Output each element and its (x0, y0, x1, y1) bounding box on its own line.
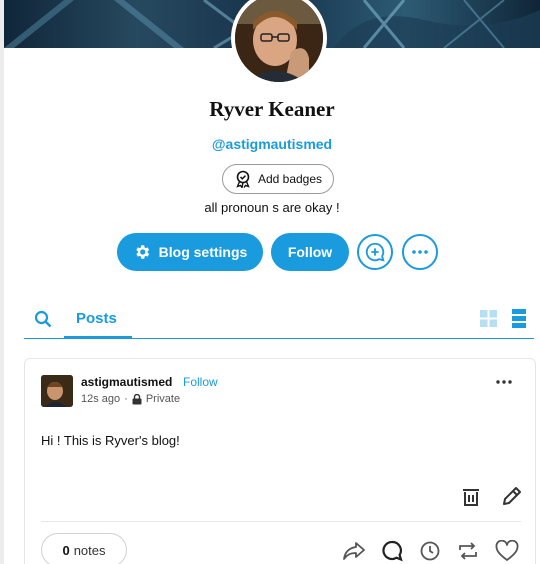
reblog-icon[interactable] (457, 541, 479, 561)
meta-separator: · (124, 393, 128, 405)
more-options-button[interactable] (402, 234, 438, 270)
post-actions (339, 539, 525, 563)
blog-settings-button[interactable]: Blog settings (117, 233, 263, 271)
notes-label: notes (73, 542, 106, 558)
add-badges-button[interactable]: Add badges (222, 164, 334, 194)
trash-icon[interactable] (461, 487, 481, 507)
lock-icon (132, 393, 142, 404)
blog-description: all pronoun s are okay ! (204, 200, 340, 215)
more-icon[interactable] (495, 379, 513, 385)
post-meta: 12s ago · Private (81, 393, 180, 405)
follow-label: Follow (287, 244, 333, 260)
post-timestamp[interactable]: 12s ago (81, 393, 120, 405)
edit-icon[interactable] (501, 485, 523, 507)
reply-icon[interactable] (381, 540, 403, 562)
post-follow-link[interactable]: Follow (183, 375, 218, 389)
heart-icon[interactable] (495, 540, 519, 562)
blog-avatar[interactable] (231, 0, 327, 86)
post-text: Hi ! This is Ryver's blog! (41, 433, 180, 448)
blog-title: Ryver Keaner (209, 97, 335, 121)
gear-icon (135, 245, 149, 259)
add-post-icon (365, 242, 385, 262)
grid-view-icon[interactable] (480, 310, 497, 327)
post-footer-divider (41, 521, 521, 522)
new-post-button[interactable] (357, 234, 393, 270)
notes-button[interactable]: 0 notes (41, 533, 127, 564)
notes-count: 0 (62, 542, 70, 558)
post-card: astigmautismed Follow 12s ago · Private … (24, 358, 536, 564)
search-icon[interactable] (34, 310, 52, 328)
tab-posts[interactable]: Posts (76, 310, 117, 327)
add-badge-icon (236, 170, 250, 188)
follow-button[interactable]: Follow (271, 233, 349, 271)
queue-icon[interactable] (419, 540, 441, 562)
post-edit-tools (461, 485, 525, 509)
blog-tabs: Posts (4, 298, 540, 340)
post-avatar[interactable] (41, 375, 73, 407)
add-badges-label: Add badges (257, 172, 323, 186)
active-tab-indicator (64, 336, 132, 339)
list-view-icon[interactable] (512, 309, 526, 328)
share-icon[interactable] (343, 541, 365, 561)
blog-handle[interactable]: @astigmautismed (4, 136, 540, 152)
post-author[interactable]: astigmautismed (81, 375, 172, 389)
more-icon (412, 250, 428, 254)
profile-actions: Blog settings Follow (4, 233, 540, 271)
blog-page: Ryver Keaner @astigmautismed Add badges … (4, 0, 540, 564)
post-visibility: Private (145, 393, 181, 405)
blog-settings-label: Blog settings (158, 244, 248, 260)
